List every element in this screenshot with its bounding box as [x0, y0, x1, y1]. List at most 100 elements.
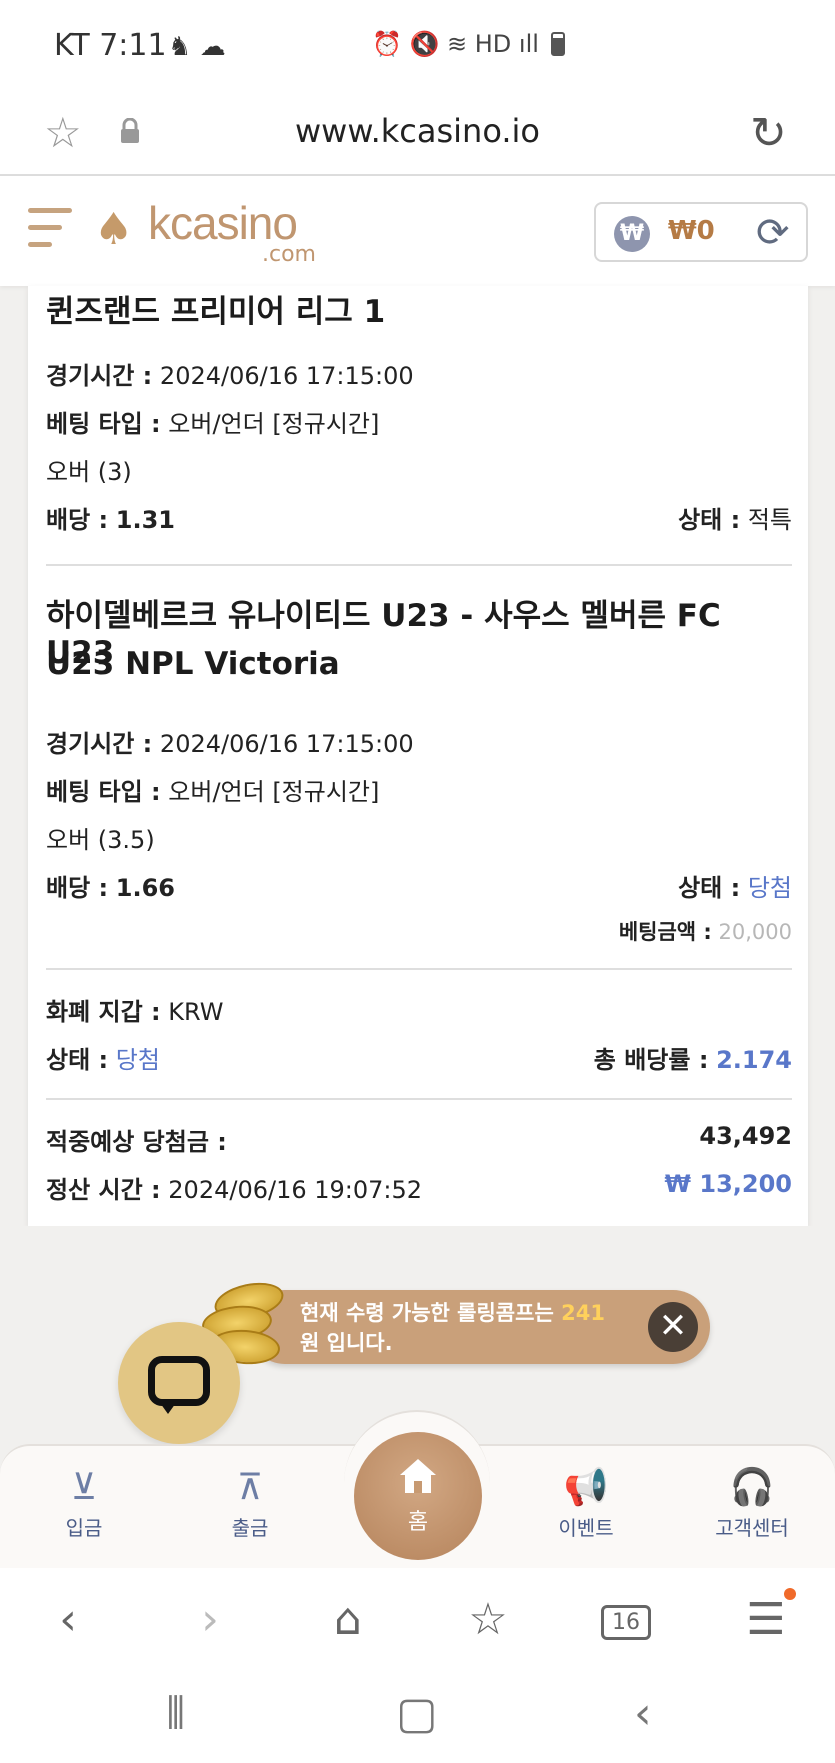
currency-value: KRW	[168, 998, 224, 1026]
total-odds: 총 배당률 : 2.174	[594, 1040, 792, 1075]
summary-status-row: 상태 : 당첨 총 배당률 : 2.174	[46, 1040, 792, 1075]
tab-label: 이벤트	[558, 1516, 614, 1540]
deposit-icon: ⊻	[70, 1467, 98, 1508]
wallet-amount: ₩0	[668, 216, 715, 246]
bet-type-row: 베팅 타입 : 오버/언더 [정규시간]	[46, 772, 792, 807]
bet-status: 상태 : 당첨	[678, 868, 792, 903]
status-time: KT 7:11	[54, 28, 167, 63]
divider	[46, 564, 792, 566]
promo-amount: 241	[561, 1301, 605, 1325]
browser-nav-bar: ‹ › ⌂ ☆ 16 ☰	[0, 1568, 835, 1668]
currency-label: 화폐 지갑 :	[46, 998, 161, 1026]
bookmarks-icon[interactable]: ☆	[458, 1594, 518, 1645]
forward-icon[interactable]: ›	[180, 1594, 240, 1645]
odds-label: 배당 :	[46, 874, 109, 902]
close-icon[interactable]: ✕	[648, 1302, 698, 1352]
won-coin-icon: ₩	[614, 216, 650, 252]
wallet-balance[interactable]: ₩ ₩0 ⟳	[594, 202, 808, 262]
odds-label: 배당 :	[46, 506, 109, 534]
notification-icons: ♞ ☁	[168, 32, 226, 62]
battery-icon	[550, 32, 565, 56]
bet-odds-row: 배당 : 1.66 상태 : 당첨	[46, 868, 792, 903]
bet-pick: 오버 (3)	[46, 458, 132, 486]
divider	[46, 1098, 792, 1100]
browser-url-bar: ☆ www.kcasino.io ↻	[0, 96, 835, 176]
system-icons: ⏰ 🔇 ≋ HD ıll	[372, 30, 565, 58]
settle-time: 2024/06/16 19:07:52	[168, 1176, 423, 1204]
time-label: 경기시간 :	[46, 362, 153, 390]
type-value: 오버/언더 [정규시간]	[168, 778, 380, 806]
tab-withdraw[interactable]: ⊼ 출금	[200, 1464, 300, 1541]
time-label: 경기시간 :	[46, 730, 153, 758]
megaphone-icon: 📢	[563, 1467, 609, 1508]
logo-subtext: .com	[262, 242, 316, 267]
back-icon[interactable]: ‹	[38, 1594, 98, 1645]
tab-support[interactable]: 🎧 고객센터	[702, 1464, 802, 1541]
system-nav-bar: ⦀ ▢ ‹	[0, 1668, 835, 1763]
withdraw-icon: ⊼	[236, 1467, 264, 1508]
promo-text: 현재 수령 가능한 롤링콤프는 241 원 입니다.	[300, 1298, 630, 1358]
bet-time-row: 경기시간 : 2024/06/16 17:15:00	[46, 724, 792, 759]
tab-label: 입금	[65, 1516, 103, 1540]
home-browser-icon[interactable]: ⌂	[318, 1594, 378, 1645]
url-text[interactable]: www.kcasino.io	[0, 112, 835, 150]
tab-label: 홈	[407, 1510, 429, 1535]
type-label: 베팅 타입 :	[46, 778, 161, 806]
tab-label: 출금	[231, 1516, 269, 1540]
status-value: 당첨	[115, 1046, 160, 1074]
total-odds-value: 2.174	[716, 1046, 792, 1074]
status-label: 상태 :	[678, 874, 741, 902]
menu-icon[interactable]	[28, 208, 72, 252]
bet-type-row: 베팅 타입 : 오버/언더 [정규시간]	[46, 404, 792, 439]
tab-event[interactable]: 📢 이벤트	[536, 1464, 636, 1541]
type-value: 오버/언더 [정규시간]	[168, 410, 380, 438]
status-label: 상태 :	[46, 1046, 109, 1074]
total-odds-label: 총 배당률 :	[593, 1046, 709, 1074]
odds-value: 1.66	[115, 874, 175, 902]
bet-amount: 베팅금액 : 20,000	[619, 916, 792, 946]
divider	[46, 968, 792, 970]
spade-logo-icon: ♠	[94, 204, 134, 255]
expected-label: 적중예상 당첨금 :	[46, 1128, 227, 1156]
chat-bubble-icon	[148, 1356, 210, 1406]
currency-row: 화폐 지갑 : KRW	[46, 992, 792, 1027]
bet-time-row: 경기시간 : 2024/06/16 17:15:00	[46, 356, 792, 391]
refresh-balance-icon[interactable]: ⟳	[756, 210, 790, 256]
status-value: 적특	[747, 506, 792, 534]
time-value: 2024/06/16 17:15:00	[159, 730, 414, 758]
bet-status: 상태 : 적특	[678, 500, 792, 535]
amount-value: 20,000	[718, 920, 792, 944]
kcasino-logo[interactable]: ♠ kcasino .com	[94, 197, 324, 267]
notification-dot	[784, 1588, 796, 1600]
home-icon	[400, 1459, 436, 1493]
tabs-count: 16	[601, 1605, 651, 1640]
tab-label: 고객센터	[715, 1516, 789, 1540]
time-value: 2024/06/16 17:15:00	[159, 362, 414, 390]
recent-apps-icon[interactable]: ⦀	[166, 1688, 185, 1739]
reload-icon[interactable]: ↻	[750, 108, 787, 159]
site-header: ♠ kcasino .com ₩ ₩0 ⟳	[0, 176, 835, 286]
tab-home[interactable]: 홈	[354, 1432, 482, 1560]
amount-label: 베팅금액 :	[618, 920, 712, 944]
status-bar: KT 7:11 ♞ ☁ ⏰ 🔇 ≋ HD ıll	[0, 0, 835, 96]
type-label: 베팅 타입 :	[46, 410, 161, 438]
rolling-comp-banner[interactable]: 현재 수령 가능한 롤링콤프는 241 원 입니다. ✕	[248, 1290, 710, 1364]
promo-text-before: 현재 수령 가능한 롤링콤프는	[300, 1301, 562, 1325]
tab-deposit[interactable]: ⊻ 입금	[34, 1464, 134, 1541]
browser-menu-icon[interactable]: ☰	[736, 1594, 796, 1645]
bet-pick: 오버 (3.5)	[46, 826, 155, 854]
chat-bubble-tail	[158, 1400, 178, 1414]
settle-row: 정산 시간 : 2024/06/16 19:07:52 ₩ 13,200	[46, 1170, 792, 1205]
bet-title: 퀸즈랜드 프리미어 리그 1	[46, 294, 386, 330]
system-back-icon[interactable]: ‹	[634, 1688, 652, 1739]
status-label: 상태 :	[678, 506, 741, 534]
expected-win-row: 적중예상 당첨금 : 43,492	[46, 1122, 792, 1157]
tabs-icon[interactable]: 16	[596, 1605, 656, 1640]
headset-icon: 🎧	[729, 1467, 775, 1508]
system-status-icons: ⏰ 🔇 ≋ HD ıll	[372, 30, 539, 58]
bet-league: U23 NPL Victoria	[46, 646, 340, 682]
odds-value: 1.31	[115, 506, 175, 534]
home-system-icon[interactable]: ▢	[396, 1688, 438, 1739]
expected-value: 43,492	[699, 1122, 792, 1150]
live-chat-button[interactable]	[118, 1322, 240, 1444]
